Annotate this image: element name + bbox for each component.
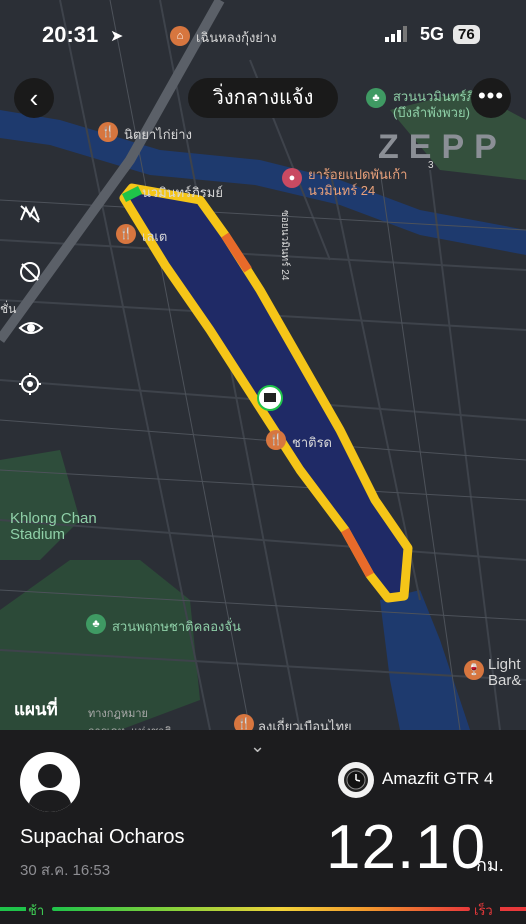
status-time: 20:31: [42, 22, 99, 47]
map-label-soi: ซอยนวมินทร์ 24: [279, 210, 290, 281]
network-type: 5G: [420, 24, 445, 44]
park-icon[interactable]: ♣: [366, 88, 386, 108]
map-label-bar-sub: Bar&: [488, 672, 522, 689]
chevron-left-icon: ‹: [29, 82, 39, 113]
locate-button[interactable]: [18, 372, 50, 404]
map-label-park-sub: (บึงลำพังพวย): [393, 105, 470, 120]
map-label-bar: Light: [488, 656, 521, 673]
speed-legend-bar: [52, 907, 470, 911]
device-name: Amazfit GTR 4: [382, 769, 494, 788]
signal-icon: [385, 26, 409, 47]
distance-value: 12.10: [326, 813, 487, 882]
map-layer-toggle[interactable]: [18, 202, 50, 234]
marker-toggle[interactable]: [18, 260, 50, 292]
chevron-down-icon[interactable]: ⌄: [250, 736, 265, 757]
more-options-button[interactable]: •••: [471, 78, 511, 118]
workout-title: วิ่งกลางแจ้ง: [188, 78, 338, 118]
maps-attribution[interactable]: แผนที่: [14, 696, 58, 723]
battery-indicator: 76: [453, 25, 480, 44]
map-label-restaurant-3: เลเต: [142, 229, 168, 244]
restaurant-icon[interactable]: 🍴: [234, 714, 254, 730]
workout-date: 30 ส.ค. 16:53: [20, 862, 111, 879]
legal-link[interactable]: ทางกฎหมายการเคหะแห่งชาติ: [88, 704, 172, 730]
restaurant-icon[interactable]: 🍴: [98, 122, 118, 142]
speed-legend-right: [500, 907, 526, 911]
locate-icon: [19, 373, 41, 395]
user-name: Supachai Ocharos: [20, 826, 185, 848]
more-icon: •••: [477, 83, 505, 108]
restaurant-icon[interactable]: 🍴: [266, 430, 286, 450]
restaurant-icon[interactable]: 🍴: [116, 224, 136, 244]
status-bar: 20:31 ➤ 5G 76: [0, 20, 526, 52]
watch-icon: [338, 762, 374, 798]
back-button[interactable]: ‹: [14, 78, 54, 118]
visibility-toggle[interactable]: [18, 316, 50, 348]
bar-icon[interactable]: 🍷: [464, 660, 484, 680]
stadium-area: [0, 450, 80, 560]
location-arrow-icon: ➤: [110, 28, 124, 45]
map-label-stadium: Khlong Chan: [10, 510, 97, 527]
map-label-restaurant-4: ชาติรด: [292, 435, 332, 450]
marker-off-icon: [20, 262, 40, 282]
park-icon[interactable]: ♣: [86, 614, 106, 634]
map-label-road: นวมินทร์ภิรมย์: [142, 185, 223, 200]
map-label-stadium-sub: Stadium: [10, 526, 66, 543]
layers-icon: [20, 205, 40, 223]
map-label-shop-sub: นวมินทร์ 24: [308, 183, 376, 198]
map-label-edge: ชั่น: [0, 302, 17, 316]
avatar[interactable]: [20, 752, 80, 812]
zepp-logo: ZEPP: [378, 128, 507, 166]
speed-fast-label: เร็ว: [474, 903, 493, 918]
user-avatar-icon: [28, 764, 72, 812]
speed-slow-label: ช้า: [28, 903, 45, 918]
finish-flag-checker: [264, 393, 276, 402]
eye-icon: [18, 322, 44, 334]
map-label-botanical: สวนพฤกษชาติคลองจั่น: [112, 619, 241, 634]
speed-legend-left: [0, 907, 26, 911]
map-label-restaurant-5: ลงเกี่ยวเบือนไทย: [258, 719, 352, 730]
map-label-restaurant-2: นิตยาไก่ย่าง: [124, 127, 192, 142]
shop-icon[interactable]: ●: [282, 168, 302, 188]
distance-unit: กม.: [476, 855, 504, 875]
